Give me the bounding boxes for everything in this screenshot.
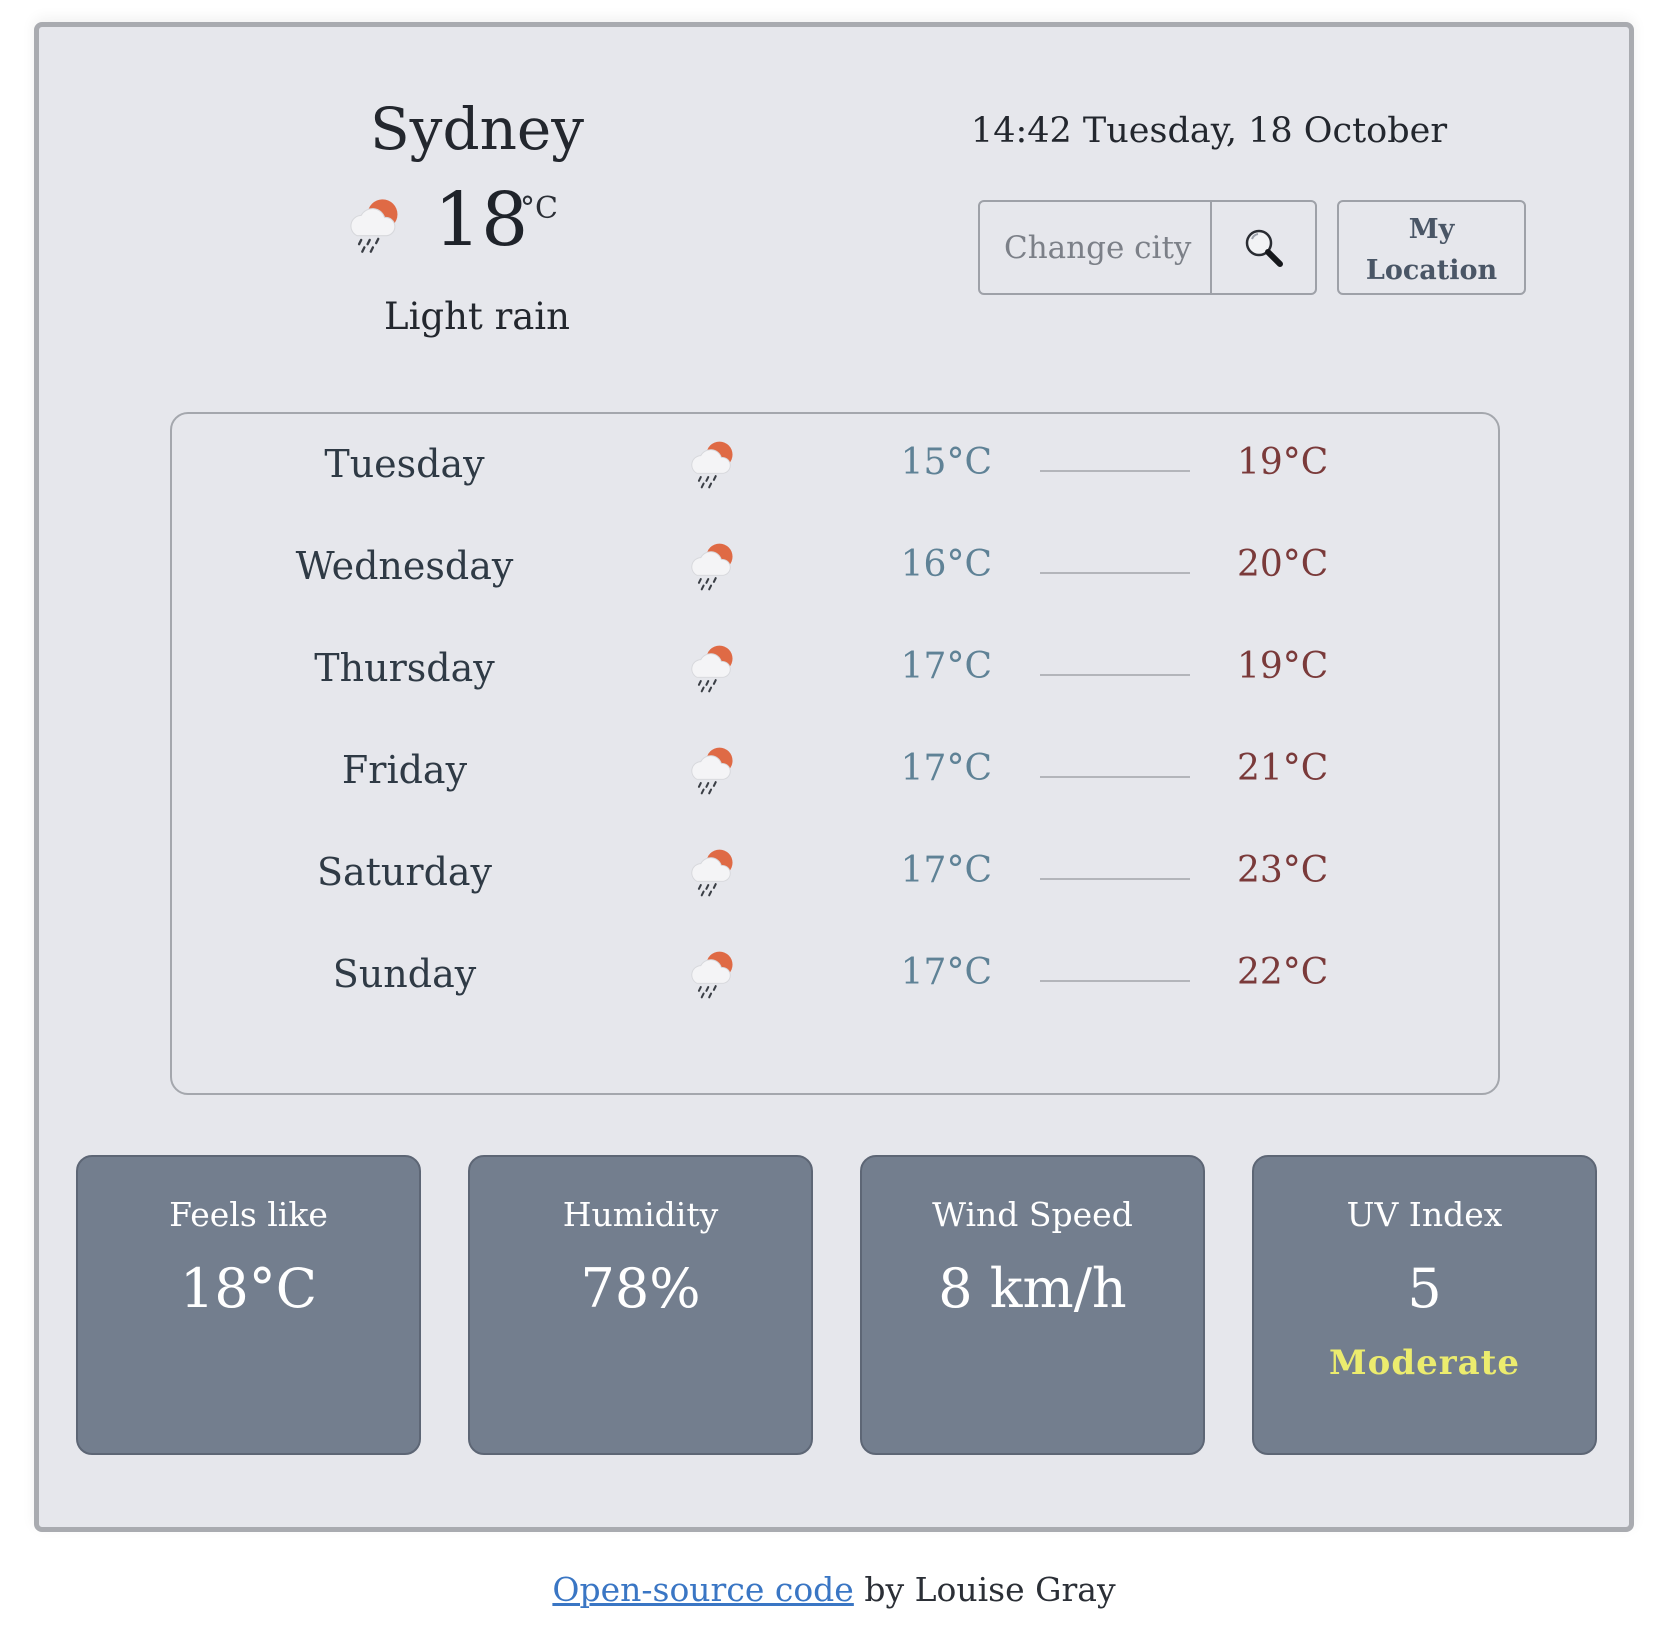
open-source-link[interactable]: Open-source code xyxy=(552,1570,853,1609)
city-name: Sydney xyxy=(369,95,585,163)
forecast-max-temp: 22°C xyxy=(1237,952,1329,993)
uv-index-value: 5 xyxy=(1407,1257,1442,1320)
my-location-button[interactable]: My Location xyxy=(1337,200,1526,295)
forecast-row: Wednesday 16°C 20°C xyxy=(172,516,1498,616)
light-rain-sun-icon xyxy=(690,746,734,795)
forecast-day: Thursday xyxy=(314,646,495,690)
forecast-min-temp: 17°C xyxy=(900,748,992,789)
light-rain-sun-icon xyxy=(690,644,734,693)
weather-description: Light rain xyxy=(384,295,570,338)
forecast-max-temp: 19°C xyxy=(1237,646,1329,687)
footer: Open-source code by Louise Gray xyxy=(0,1570,1668,1609)
forecast-day: Saturday xyxy=(316,850,493,894)
light-rain-sun-icon xyxy=(349,198,399,253)
temperature-range-line xyxy=(1040,980,1190,982)
light-rain-sun-icon xyxy=(690,440,734,489)
forecast-panel: Tuesday 15°C 19°C Wednesday 16°C 20°C Th… xyxy=(170,412,1500,1095)
forecast-max-temp: 21°C xyxy=(1237,748,1329,789)
light-rain-sun-icon xyxy=(690,542,734,591)
feels-like-value: 18°C xyxy=(179,1257,318,1320)
temperature-range-line xyxy=(1040,674,1190,676)
footer-credit: by Louise Gray xyxy=(853,1570,1116,1609)
forecast-min-temp: 15°C xyxy=(900,442,992,483)
forecast-min-temp: 17°C xyxy=(900,646,992,687)
search-button[interactable] xyxy=(1210,202,1315,293)
my-location-label-line1: My xyxy=(1408,213,1455,245)
wind-speed-value: 8 km/h xyxy=(938,1257,1127,1320)
forecast-max-temp: 20°C xyxy=(1237,544,1329,585)
humidity-value: 78% xyxy=(580,1257,701,1320)
feels-like-label: Feels like xyxy=(169,1195,328,1234)
uv-index-label: UV Index xyxy=(1346,1195,1503,1234)
forecast-row: Friday 17°C 21°C xyxy=(172,720,1498,820)
temperature-range-line xyxy=(1040,470,1190,472)
humidity-label: Humidity xyxy=(562,1195,719,1234)
temperature-range-line xyxy=(1040,776,1190,778)
forecast-max-temp: 23°C xyxy=(1237,850,1329,891)
forecast-row: Sunday 17°C 22°C xyxy=(172,924,1498,1024)
my-location-label-line2: Location xyxy=(1365,254,1498,286)
wind-speed-label: Wind Speed xyxy=(932,1195,1133,1234)
forecast-day: Wednesday xyxy=(295,544,514,588)
forecast-day: Friday xyxy=(341,748,468,792)
forecast-min-temp: 17°C xyxy=(900,952,992,993)
weather-card: Sydney 18 °C Light rain 14:42 Tuesday, 1… xyxy=(34,22,1634,1532)
forecast-row: Tuesday 15°C 19°C xyxy=(172,414,1498,514)
uv-level-badge: Moderate xyxy=(1329,1343,1520,1383)
forecast-row: Saturday 17°C 23°C xyxy=(172,822,1498,922)
forecast-day: Sunday xyxy=(332,952,477,996)
forecast-row: Thursday 17°C 19°C xyxy=(172,618,1498,718)
feels-like-tile: Feels like 18°C xyxy=(76,1155,421,1455)
light-rain-sun-icon xyxy=(690,950,734,999)
forecast-min-temp: 17°C xyxy=(900,850,992,891)
city-search-input[interactable] xyxy=(980,202,1210,293)
humidity-tile: Humidity 78% xyxy=(468,1155,813,1455)
temperature-unit: °C xyxy=(520,191,558,226)
forecast-max-temp: 19°C xyxy=(1237,442,1329,483)
date-time: 14:42 Tuesday, 18 October xyxy=(970,111,1448,151)
search-icon xyxy=(1245,229,1283,267)
forecast-min-temp: 16°C xyxy=(900,544,992,585)
uv-index-tile: UV Index 5 Moderate xyxy=(1252,1155,1597,1455)
temperature-range-line xyxy=(1040,572,1190,574)
search-form xyxy=(978,200,1317,295)
wind-speed-tile: Wind Speed 8 km/h xyxy=(860,1155,1205,1455)
light-rain-sun-icon xyxy=(690,848,734,897)
forecast-day: Tuesday xyxy=(324,442,485,486)
temperature-range-line xyxy=(1040,878,1190,880)
current-temperature: 18 xyxy=(434,177,529,263)
